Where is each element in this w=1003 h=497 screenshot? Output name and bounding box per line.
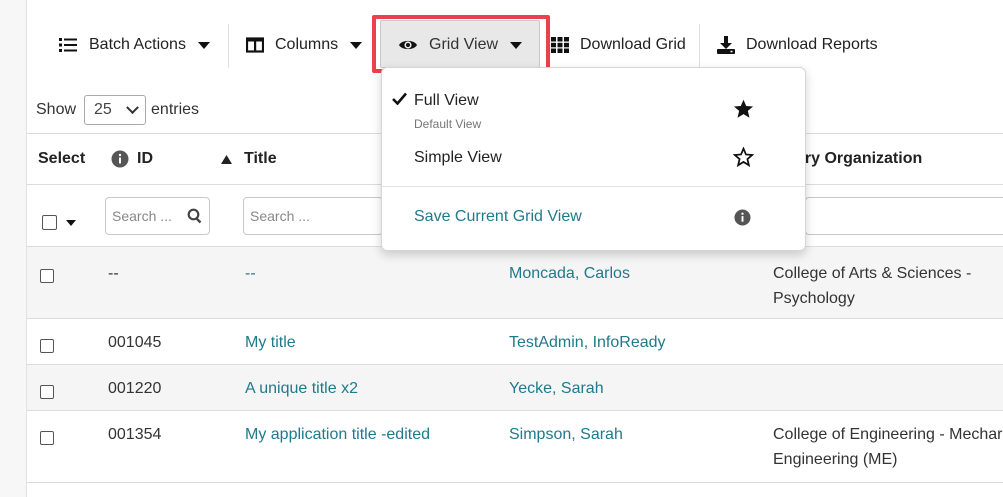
- save-grid-view-label: Save Current Grid View: [414, 208, 582, 225]
- toolbar-divider: [699, 24, 700, 68]
- batch-actions-label: Batch Actions: [89, 36, 186, 53]
- batch-actions-button[interactable]: Batch Actions: [59, 32, 210, 58]
- id-header-label: ID: [137, 150, 153, 167]
- column-header-primary-organization[interactable]: ary Organization: [796, 150, 922, 168]
- download-grid-button[interactable]: Download Grid: [551, 32, 686, 58]
- info-icon[interactable]: [111, 150, 129, 168]
- row-checkbox[interactable]: [40, 269, 54, 283]
- row-checkbox[interactable]: [40, 339, 54, 353]
- row-org-line1: College of Engineering - Mechar: [773, 426, 1003, 443]
- caret-down-icon: [197, 41, 210, 49]
- list-icon: [59, 38, 77, 52]
- row-id: 001354: [108, 426, 162, 443]
- row-checkbox[interactable]: [40, 385, 54, 399]
- show-label: Show: [36, 101, 77, 118]
- row-org-line1: College of Arts & Sciences -: [773, 265, 972, 282]
- row-checkbox[interactable]: [40, 431, 54, 445]
- column-header-id[interactable]: ID: [111, 150, 153, 168]
- menu-item-save-grid-view[interactable]: Save Current Grid View: [382, 198, 805, 236]
- menu-item-simple-view[interactable]: Simple View: [382, 140, 805, 176]
- row-id: 001045: [108, 334, 162, 351]
- left-rail: [0, 0, 27, 497]
- table-row[interactable]: -- -- Moncada, Carlos College of Arts & …: [27, 247, 1003, 319]
- table-row[interactable]: 001220 A unique title x2 Yecke, Sarah: [27, 365, 1003, 411]
- download-icon: [717, 36, 735, 54]
- download-grid-label: Download Grid: [580, 36, 686, 53]
- caret-down-icon: [510, 41, 523, 49]
- caret-down-icon: [350, 41, 363, 49]
- row-title-link[interactable]: My title: [245, 330, 296, 355]
- row-person-link[interactable]: Simpson, Sarah: [509, 422, 623, 447]
- select-header-label: Select: [38, 150, 86, 167]
- org-search-input[interactable]: [805, 197, 1003, 235]
- row-id: 001220: [108, 380, 162, 397]
- show-entries: Show 25 entries: [36, 95, 199, 125]
- row-person-link[interactable]: Moncada, Carlos: [509, 261, 630, 286]
- table-row[interactable]: 001354 My application title -edited Simp…: [27, 411, 1003, 483]
- columns-button[interactable]: Columns: [246, 32, 363, 58]
- toolbar-divider: [228, 24, 229, 68]
- star-outline-icon[interactable]: [733, 147, 754, 167]
- grid-icon: [551, 37, 569, 53]
- star-filled-icon[interactable]: [733, 99, 754, 119]
- info-icon[interactable]: [734, 209, 751, 226]
- page-size-select[interactable]: 25: [84, 95, 147, 125]
- row-title-link[interactable]: --: [245, 261, 256, 286]
- menu-divider: [382, 186, 805, 187]
- title-search-placeholder: Search ...: [250, 208, 310, 224]
- page-size-value: 25: [94, 101, 112, 118]
- id-search-input[interactable]: Search ...: [105, 197, 210, 235]
- row-title-link[interactable]: My application title -edited: [245, 422, 430, 447]
- menu-item-full-view[interactable]: Full View Default View: [382, 80, 805, 134]
- chevron-down-icon: [126, 100, 139, 114]
- caret-down-icon[interactable]: [66, 220, 76, 226]
- title-header-label: Title: [244, 150, 277, 167]
- columns-label: Columns: [275, 36, 339, 53]
- id-search-placeholder: Search ...: [112, 208, 172, 224]
- simple-view-label: Simple View: [414, 149, 502, 166]
- grid-view-label: Grid View: [429, 36, 499, 53]
- row-person-link[interactable]: Yecke, Sarah: [509, 376, 604, 401]
- select-all-checkbox[interactable]: [42, 215, 57, 230]
- full-view-label: Full View: [414, 92, 479, 109]
- table-row[interactable]: 001045 My title TestAdmin, InfoReady: [27, 319, 1003, 365]
- column-header-select: Select: [38, 150, 85, 168]
- full-view-subtext: Default View: [414, 117, 482, 131]
- columns-icon: [246, 37, 264, 53]
- column-header-title[interactable]: Title: [221, 150, 277, 168]
- row-person-link[interactable]: TestAdmin, InfoReady: [509, 330, 666, 355]
- row-id: --: [108, 265, 119, 282]
- entries-label: entries: [151, 101, 200, 118]
- primary-org-header-label: ary Organization: [796, 150, 923, 167]
- eye-icon: [399, 40, 417, 50]
- check-icon: [392, 92, 407, 105]
- row-org-line2: Engineering (ME): [773, 451, 898, 468]
- grid-view-menu: Full View Default View Simple View Save …: [381, 67, 806, 251]
- row-title-link[interactable]: A unique title x2: [245, 376, 358, 401]
- row-org-line2: Psychology: [773, 290, 855, 307]
- grid-view-button-content[interactable]: Grid View: [398, 32, 523, 58]
- download-reports-button[interactable]: Download Reports: [717, 32, 878, 58]
- title-search-input[interactable]: Search ...: [243, 197, 383, 235]
- download-reports-label: Download Reports: [746, 36, 878, 53]
- search-icon: [187, 208, 202, 224]
- sort-asc-icon: [221, 154, 232, 164]
